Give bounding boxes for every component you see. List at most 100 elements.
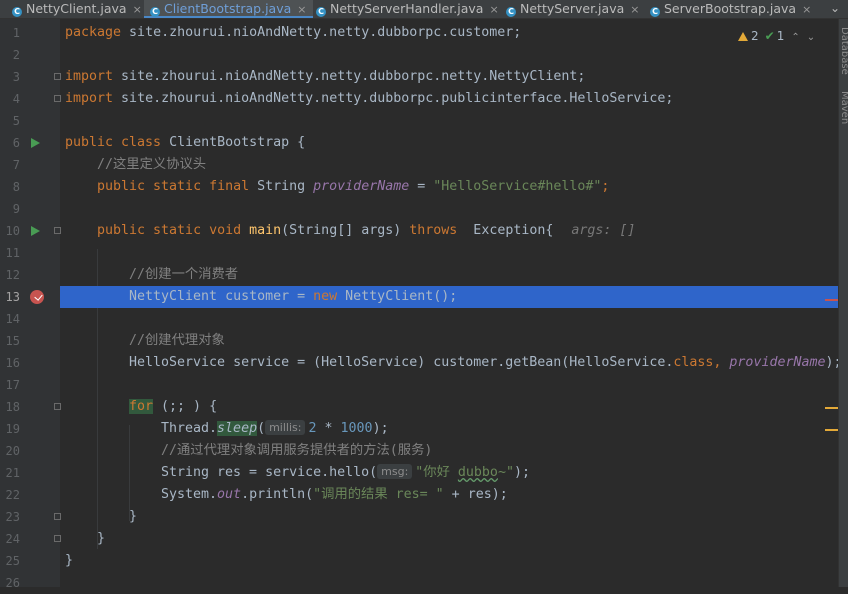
comment: //创建一个消费者 [129,267,239,282]
run-main-icon[interactable] [31,226,40,236]
keyword: import [65,69,114,84]
line-number: 7 [12,158,20,172]
code-line-8: public static final String providerName … [60,176,838,198]
line-number: 6 [12,136,20,150]
close-icon[interactable]: × [133,3,142,16]
code-text: ClientBootstrap { [161,135,306,150]
code-line-20: //通过代理对象调用服务提供者的方法(服务) [60,440,838,462]
parameter-hint: millis: [265,420,306,435]
code-text: site.zhourui.nioAndNetty.netty.dubborpc.… [113,69,586,84]
line-number: 17 [5,378,20,392]
line-number: 26 [5,576,20,590]
field-name: providerName [313,179,410,194]
code-line-18: for (;; ) { [60,396,838,418]
code-editor[interactable]: package site.zhourui.nioAndNetty.netty.d… [60,19,842,587]
java-class-icon: C [506,7,516,17]
line-number: 16 [5,356,20,370]
warning-stripe-marker[interactable] [825,407,838,409]
code-line-7: //这里定义协议头 [60,154,838,176]
semicolon: ; [601,179,610,194]
right-tool-sidebar: Database Maven [838,19,848,587]
warning-stripe-marker[interactable] [825,429,838,431]
tab-nettyserverhandler[interactable]: C NettyServerHandler.java × [316,0,499,18]
tab-label: NettyServerHandler.java [330,1,484,16]
inspection-widget[interactable]: 2 ✔ 1 ⌃ ⌄ [738,29,815,43]
keyword: throws [409,223,458,238]
line-number: 11 [5,246,20,260]
field-name: out [217,487,242,502]
field-name: providerName [729,355,826,370]
code-line-22: System.out.println("调用的结果 res= " + res); [60,484,838,506]
debug-value-hint: args: [] [571,223,636,238]
comment: //这里定义协议头 [97,157,207,172]
keyword: public static final [97,179,250,194]
code-text: , [713,355,730,370]
code-line-23: } [60,506,838,528]
line-number: 22 [5,488,20,502]
tab-nettyserver[interactable]: C NettyServer.java × [506,0,639,18]
tab-list-chevron-icon[interactable]: ⌄ [822,0,848,18]
line-number: 5 [12,114,20,128]
keyword: import [65,91,114,106]
typo-word: dubbo [457,465,498,480]
java-class-icon: C [12,7,22,17]
tab-label: ClientBootstrap.java [164,1,292,16]
breakpoint-icon[interactable] [30,290,44,304]
line-number: 24 [5,532,20,546]
line-number: 10 [5,224,20,238]
code-line-3: import site.zhourui.nioAndNetty.netty.du… [60,66,838,88]
code-text: String [249,179,314,194]
ok-count: 1 [776,29,785,43]
close-icon[interactable]: × [802,3,811,16]
code-line-21: String res = service.hello(msg: "你好 dubbo… [60,462,838,484]
tab-clientbootstrap[interactable]: C ClientBootstrap.java × [144,0,313,18]
editor-tab-bar: C NettyClient.java × C ClientBootstrap.java… [0,0,848,19]
closing-brace: } [129,509,138,524]
code-line-6: public class ClientBootstrap { [60,132,838,154]
code-text: ); [372,421,389,436]
tab-label: NettyServer.java [520,1,625,16]
database-tool-tab[interactable]: Database [838,27,848,75]
line-number: 15 [5,334,20,348]
close-icon[interactable]: × [297,3,306,16]
code-text: ); [513,465,530,480]
number-literal: 1000 [340,421,373,436]
close-icon[interactable]: × [630,3,639,16]
code-line-1: package site.zhourui.nioAndNetty.netty.d… [60,22,838,44]
code-text: * [316,421,341,436]
code-line-13-current: NettyClient customer = new NettyClient()… [60,286,838,308]
tab-serverbootstrap[interactable]: C ServerBootstrap.java × [650,0,811,18]
line-number: 23 [5,510,20,524]
chevron-down-icon[interactable]: ⌄ [807,32,815,43]
code-text: (String[] args) [281,223,410,238]
close-icon[interactable]: × [489,3,498,16]
string-literal: "你好 [415,465,458,480]
method-name: main [249,223,282,238]
code-line-12: //创建一个消费者 [60,264,838,286]
line-number-current: 13 [5,290,20,304]
maven-tool-tab[interactable]: Maven [838,91,848,124]
error-stripe-marker[interactable] [825,299,838,301]
line-number: 14 [5,312,20,326]
code-text: NettyClient(); [337,289,458,304]
code-line-16: HelloService service = (HelloService) cu… [60,352,842,374]
line-number: 25 [5,554,20,568]
parameter-hint: msg: [377,464,413,479]
chevron-up-icon[interactable]: ⌃ [791,32,799,43]
editor-gutter: 1 2 3 4 5 6 7 8 9 10 11 12 13 14 15 16 1… [0,19,61,590]
tab-label: ServerBootstrap.java [664,1,797,16]
check-icon: ✔ [764,29,775,43]
warning-icon [738,32,748,41]
line-number: 9 [12,202,20,216]
line-number: 4 [12,92,20,106]
code-line-15: //创建代理对象 [60,330,838,352]
code-line-19: Thread.sleep(millis: 2 * 1000); [60,418,838,440]
run-class-icon[interactable] [31,138,40,148]
code-line-4: import site.zhourui.nioAndNetty.netty.du… [60,88,838,110]
keyword: public class [65,135,162,150]
code-text: = [409,179,434,194]
code-text: site.zhourui.nioAndNetty.netty.dubborpc.… [121,25,522,40]
string-literal: ~" [497,465,514,480]
warning-count: 2 [751,29,759,43]
tab-nettyclient[interactable]: C NettyClient.java × [12,0,142,18]
